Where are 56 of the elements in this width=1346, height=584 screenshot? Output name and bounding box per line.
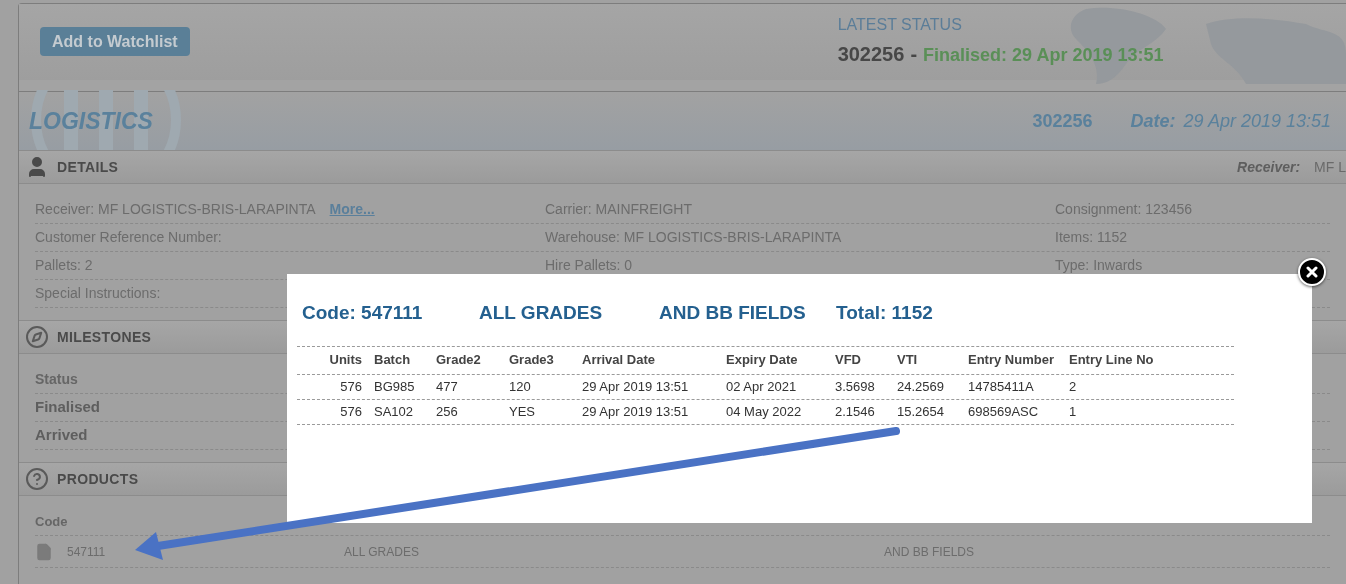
dialog-description: AND BB FIELDS <box>659 301 807 325</box>
table-cell-text: 04 May 2022 <box>726 402 803 421</box>
table-cell-text: 576 <box>339 402 363 421</box>
status-number: 302256 <box>837 42 905 67</box>
section-title: DETAILS <box>57 157 119 177</box>
column-header: Status <box>35 370 78 389</box>
date-label: Date: <box>1130 109 1176 133</box>
add-to-watchlist-button[interactable]: Add to Watchlist <box>40 27 190 56</box>
section-title: MILESTONES <box>57 327 152 347</box>
table-header: Arrival Date <box>582 351 656 370</box>
table-cell-text: 29 Apr 2019 13:51 <box>582 402 690 421</box>
table-cell-text: BG985 <box>374 377 416 396</box>
receiver-label: Receiver: <box>1237 157 1301 177</box>
column-header: Code <box>35 512 68 531</box>
table-cell-text: 29 Apr 2019 13:51 <box>582 377 690 396</box>
table-cell-text: 256 <box>436 402 459 421</box>
table-header: Batch <box>374 351 412 370</box>
table-header: Grade2 <box>436 351 482 370</box>
compass-icon <box>25 325 49 349</box>
date-value: 29 Apr 2019 13:51 <box>1183 109 1331 133</box>
table-header: Units <box>328 351 363 370</box>
close-icon <box>1306 266 1318 278</box>
table-cell-text: 698569ASC <box>968 402 1040 421</box>
table-cell-text: 02 Apr 2021 <box>726 377 798 396</box>
page-title: LOGISTICS <box>29 106 153 136</box>
help-icon <box>25 467 49 491</box>
table-cell-text: 576 <box>339 377 363 396</box>
milestone-status: Arrived <box>35 425 88 446</box>
table-header: VFD <box>835 351 862 370</box>
table-cell-text: 3.5698 <box>835 377 876 396</box>
table-header: Entry Number <box>968 351 1055 370</box>
table-cell-text: 120 <box>509 377 532 396</box>
dialog-total: Total: 1152 <box>836 301 933 325</box>
section-title: PRODUCTS <box>57 469 139 489</box>
record-number: 302256 <box>1032 109 1093 133</box>
table-cell-text: 1 <box>1069 402 1078 421</box>
table-cell-text: SA102 <box>374 402 415 421</box>
table-header: VTI <box>897 351 919 370</box>
latest-status-label: LATEST STATUS <box>837 15 963 35</box>
table-header: Expiry Date <box>726 351 799 370</box>
table-cell-text: 2.1546 <box>835 402 876 421</box>
status-separator: - <box>910 42 918 67</box>
more-link[interactable]: More... <box>329 199 375 220</box>
dialog-description: ALL GRADES <box>479 301 604 325</box>
dialog-code: Code: 547111 <box>302 301 424 325</box>
table-cell-text: 14785411A <box>968 377 1035 396</box>
table-header: Grade3 <box>509 351 555 370</box>
document-icon <box>35 541 53 562</box>
table-cell-text: 15.2654 <box>897 402 945 421</box>
table-cell-text: YES <box>509 402 536 421</box>
table-cell-text: 2 <box>1069 377 1078 396</box>
table-header: Entry Line No <box>1069 351 1155 370</box>
status-text: Finalised: 29 Apr 2019 13:51 <box>923 44 1164 67</box>
table-cell-text: 24.2569 <box>897 377 945 396</box>
milestone-status: Finalised <box>35 397 101 418</box>
table-cell-text: 477 <box>436 377 459 396</box>
